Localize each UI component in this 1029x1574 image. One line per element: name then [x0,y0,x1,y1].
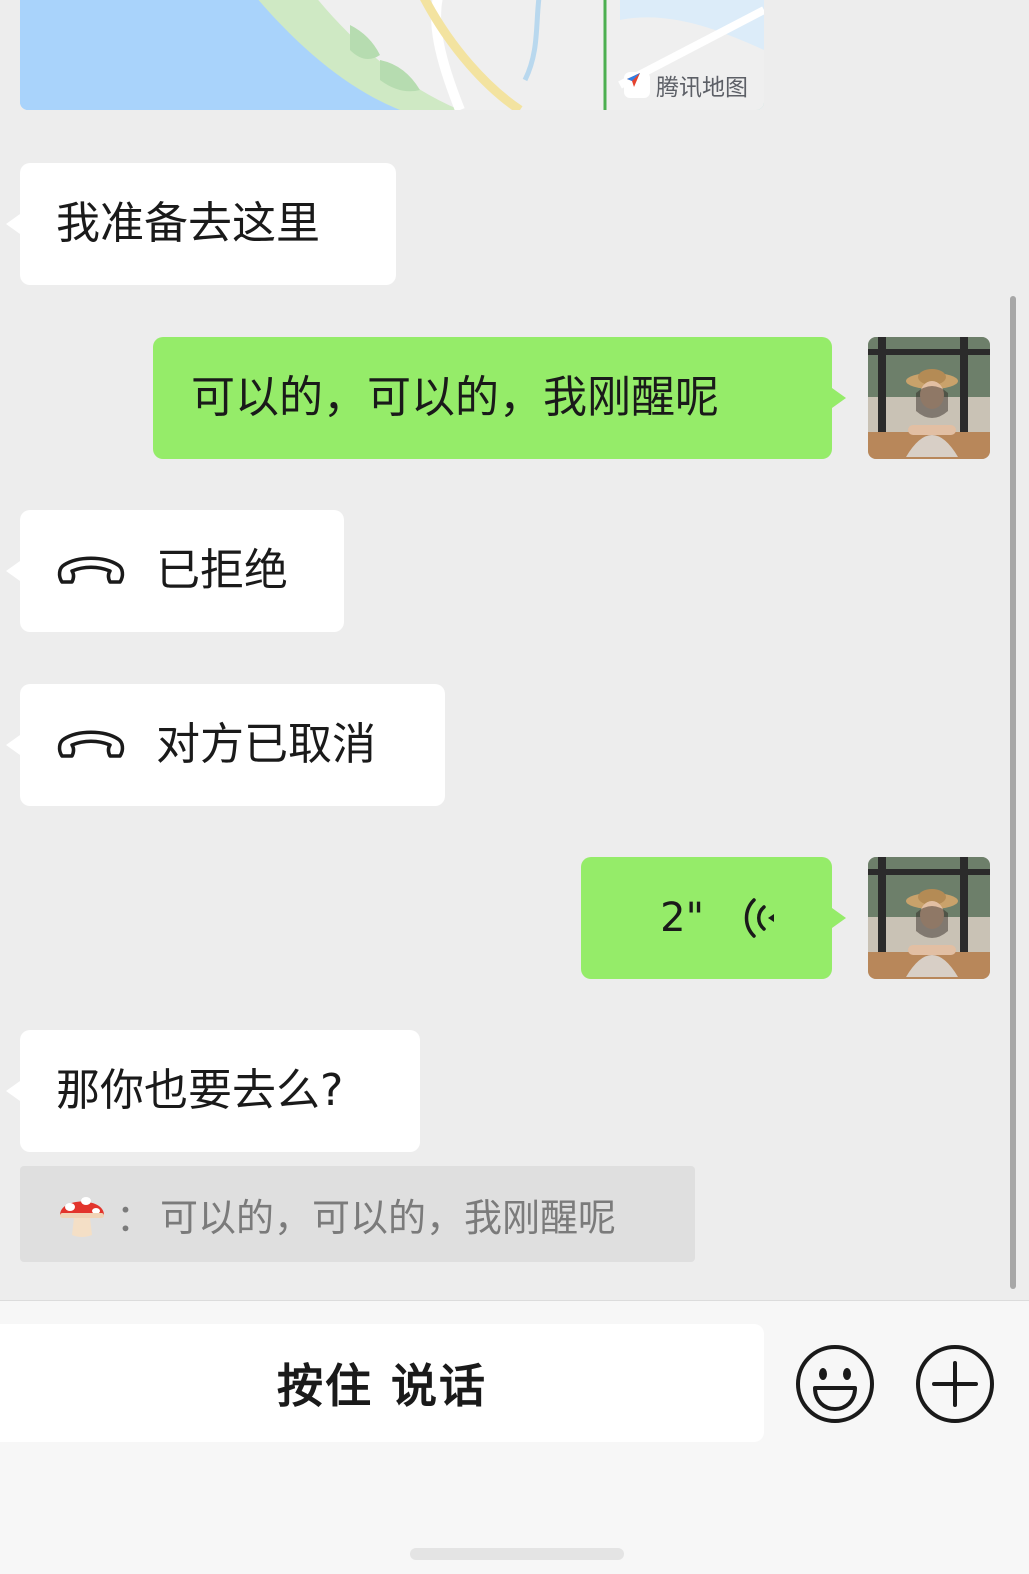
input-bar: 按住 说话 [0,1300,1029,1574]
avatar-photo [868,337,990,459]
map-provider-logo: 腾讯地图 [624,70,748,101]
my-avatar[interactable] [868,337,990,459]
home-indicator[interactable] [410,1548,624,1560]
quoted-message[interactable]: ： 可以的，可以的，我刚醒呢 [20,1166,695,1262]
phone-hangup-icon [56,554,126,588]
message-text: 可以的，可以的，我刚醒呢 [191,372,719,423]
message-text: 那你也要去么? [56,1065,344,1116]
call-record-bubble[interactable]: 已拒绝 [6,510,344,632]
phone-hangup-icon [56,728,126,762]
avatar-photo [868,857,990,979]
message-bubble-outgoing[interactable]: 可以的，可以的，我刚醒呢 [153,337,846,459]
call-status-text: 已拒绝 [156,545,288,596]
map-provider-label: 腾讯地图 [656,75,748,101]
quote-separator: ： [116,1195,155,1240]
my-avatar[interactable] [868,857,990,979]
smiley-icon[interactable] [794,1343,876,1425]
message-bubble-incoming[interactable]: 我准备去这里 [6,163,396,285]
voice-wave-icon [744,896,780,940]
hold-to-talk-button[interactable]: 按住 说话 [0,1324,764,1442]
call-record-bubble[interactable]: 对方已取消 [6,684,445,806]
call-status-text: 对方已取消 [156,719,376,770]
message-bubble-incoming[interactable]: 那你也要去么? [6,1030,420,1152]
quote-text: 可以的，可以的，我刚醒呢 [160,1195,617,1240]
message-text: 我准备去这里 [56,198,320,249]
location-map-card[interactable]: 腾讯地图 [20,0,764,110]
mushroom-emoji-icon [56,1189,108,1239]
compass-arrow-icon [624,72,650,98]
plus-circle-icon[interactable] [914,1343,996,1425]
voice-duration: 2" [660,895,704,941]
voice-message-bubble[interactable]: 2" [581,857,846,979]
hold-to-talk-label: 按住 说话 [276,1359,487,1413]
chat-scroll-area[interactable]: 腾讯地图 我准备去这里 可以的，可以的，我刚醒呢 已拒绝 对方已取消 2" 那你… [0,0,1029,1300]
scrollbar[interactable] [1010,296,1016,1289]
